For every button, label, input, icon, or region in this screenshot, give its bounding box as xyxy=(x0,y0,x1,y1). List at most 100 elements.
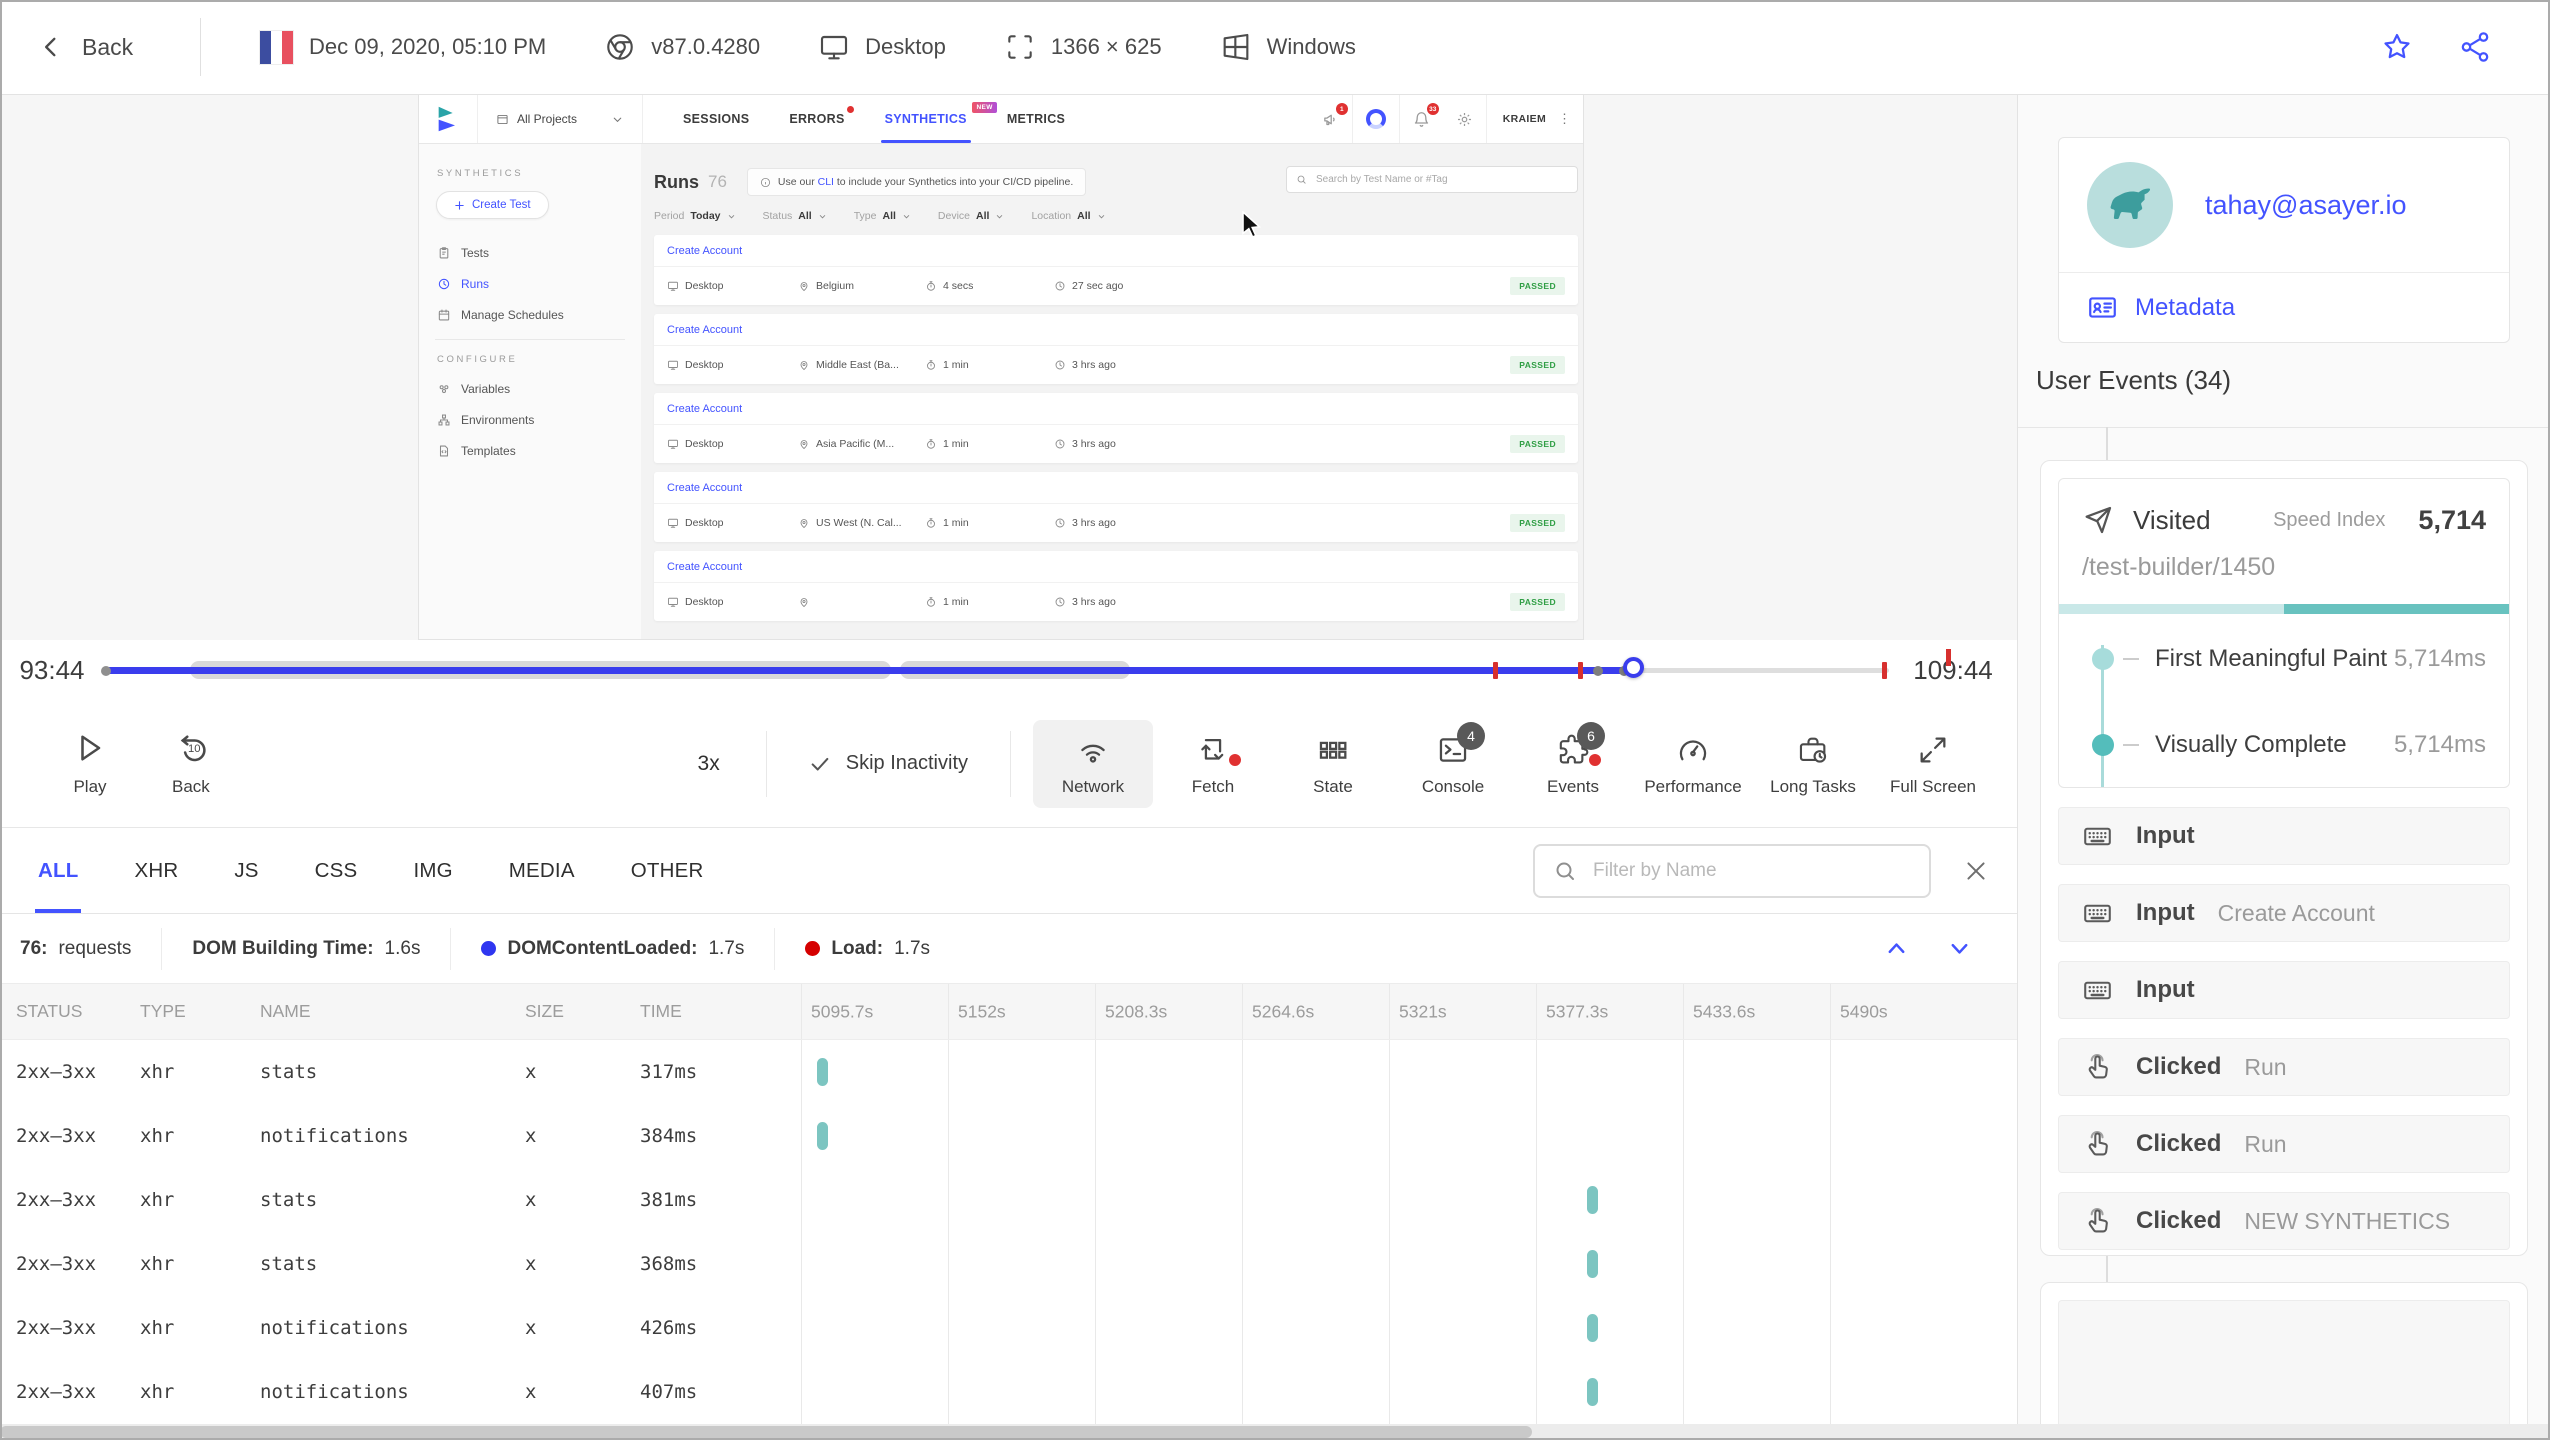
network-request-row[interactable]: 2xx–3xx xhr notifications x 426ms xyxy=(0,1296,2017,1360)
run-test-name-link[interactable]: Create Account xyxy=(654,235,1578,267)
waterfall-gridline xyxy=(801,1232,802,1296)
create-test-button[interactable]: Create Test xyxy=(436,191,549,219)
network-tab-all[interactable]: ALL xyxy=(34,828,82,913)
user-event-input[interactable]: Input Create Account xyxy=(2058,884,2510,942)
settings-button[interactable] xyxy=(1443,95,1486,143)
network-tab-css[interactable]: CSS xyxy=(315,828,358,913)
network-tab-other[interactable]: OTHER xyxy=(631,828,704,913)
run-test-name-link[interactable]: Create Account xyxy=(654,314,1578,346)
mini-sidebar-item-environments[interactable]: Environments xyxy=(437,413,639,427)
mini-sidebar-item-manage-schedules[interactable]: Manage Schedules xyxy=(437,308,639,322)
waterfall-gridline xyxy=(948,1104,949,1168)
user-email-link[interactable]: tahay@asayer.io xyxy=(2205,190,2407,221)
network-request-row[interactable]: 2xx–3xx xhr stats x 317ms xyxy=(0,1040,2017,1104)
run-test-name-link[interactable]: Create Account xyxy=(654,472,1578,504)
mini-sidebar-item-runs[interactable]: Runs xyxy=(437,277,639,291)
network-tab-img[interactable]: IMG xyxy=(413,828,452,913)
jump-next-button[interactable] xyxy=(1946,935,1973,962)
network-request-row[interactable]: 2xx–3xx xhr stats x 368ms xyxy=(0,1232,2017,1296)
filter-location[interactable]: Location All xyxy=(1031,210,1105,222)
run-card[interactable]: Create Account Desktop 1 min 3 hrs ago P… xyxy=(654,551,1578,621)
run-card[interactable]: Create Account Desktop Middle East (Ba..… xyxy=(654,314,1578,384)
dom-building-time: DOM Building Time: 1.6s xyxy=(161,927,450,970)
panel-button-network[interactable]: Network xyxy=(1033,719,1153,808)
requests-count: 76: requests xyxy=(20,937,132,959)
timeline-track[interactable] xyxy=(101,640,1889,700)
cli-link[interactable]: CLI xyxy=(818,176,834,188)
panel-button-fetch[interactable]: Fetch xyxy=(1153,720,1273,808)
panel-button-state[interactable]: State xyxy=(1273,720,1393,808)
notifications-button[interactable]: 33 xyxy=(1400,95,1443,143)
filter-period[interactable]: Period Today xyxy=(654,210,736,222)
user-event-input[interactable]: Input xyxy=(2058,961,2510,1019)
mini-sidebar-item-tests[interactable]: Tests xyxy=(437,246,639,260)
user-event-clicked[interactable]: Clicked Run xyxy=(2058,1115,2510,1173)
request-name: stats xyxy=(260,1189,318,1211)
metadata-button[interactable]: Metadata xyxy=(2059,273,2509,342)
playhead-handle[interactable] xyxy=(1622,657,1644,678)
network-tab-xhr[interactable]: XHR xyxy=(134,828,178,913)
test-search-input[interactable] xyxy=(1314,173,1568,186)
network-filter-box[interactable] xyxy=(1533,843,1931,898)
waterfall-gridline xyxy=(1830,1168,1831,1232)
run-card[interactable]: Create Account Desktop Belgium 4 secs 27… xyxy=(654,235,1578,305)
play-button[interactable]: Play xyxy=(72,730,108,797)
kebab-menu-icon[interactable]: ⋮ xyxy=(1556,111,1583,127)
network-tab-media[interactable]: MEDIA xyxy=(509,828,575,913)
run-test-name-link[interactable]: Create Account xyxy=(654,393,1578,425)
briefcase-clock-icon xyxy=(1796,733,1830,767)
mini-tab-sessions[interactable]: SESSIONS xyxy=(683,95,749,143)
waterfall-gridline xyxy=(1830,1104,1831,1168)
network-request-row[interactable]: 2xx–3xx xhr stats x 381ms xyxy=(0,1168,2017,1232)
session-info-sidebar: tahay@asayer.io Metadata User Events (34… xyxy=(2017,95,2550,1440)
network-tab-js[interactable]: JS xyxy=(234,828,258,913)
visited-event-card[interactable]: Visited Speed Index 5,714 /test-builder/… xyxy=(2058,478,2510,788)
waterfall-gridline xyxy=(1242,1040,1243,1104)
sidebar-section-configure: CONFIGURE xyxy=(437,354,518,365)
run-card[interactable]: Create Account Desktop Asia Pacific (M..… xyxy=(654,393,1578,463)
run-card[interactable]: Create Account Desktop US West (N. Cal..… xyxy=(654,472,1578,542)
user-menu[interactable]: KRAIEM xyxy=(1487,113,1556,125)
scrollbar-thumb[interactable] xyxy=(0,1426,1532,1438)
vc-dot-icon xyxy=(2092,734,2114,756)
panel-button-full-screen[interactable]: Full Screen xyxy=(1873,720,1993,808)
panel-button-long-tasks[interactable]: Long Tasks xyxy=(1753,720,1873,808)
panel-button-console[interactable]: 4 Console xyxy=(1393,720,1513,808)
network-filter-tabs: ALL XHR JS CSS IMG MEDIA OTHER xyxy=(0,828,2017,914)
project-selector[interactable]: All Projects xyxy=(477,95,644,143)
announcements-button[interactable]: 1 xyxy=(1309,95,1352,143)
mini-sidebar-item-templates[interactable]: Templates xyxy=(437,444,639,458)
waterfall-cell xyxy=(785,1232,2017,1296)
mini-tab-metrics[interactable]: METRICS xyxy=(1007,95,1065,143)
mini-sidebar-item-variables[interactable]: Variables xyxy=(437,382,639,396)
favorite-star-icon[interactable] xyxy=(2380,30,2414,64)
jump-previous-button[interactable] xyxy=(1883,935,1910,962)
waterfall-gridline xyxy=(801,1104,802,1168)
filter-type[interactable]: Type All xyxy=(854,210,911,222)
run-test-name-link[interactable]: Create Account xyxy=(654,551,1578,583)
speed-index-label: Speed Index xyxy=(2273,508,2386,531)
back-button[interactable]: Back xyxy=(0,33,200,61)
test-search-box[interactable] xyxy=(1286,166,1578,193)
chrome-icon xyxy=(607,34,634,60)
user-event-input[interactable]: Input xyxy=(2058,807,2510,865)
panel-button-events[interactable]: 6 Events xyxy=(1513,720,1633,808)
mini-tab-errors[interactable]: ERRORS xyxy=(789,95,854,143)
panel-button-performance[interactable]: Performance xyxy=(1633,720,1753,808)
back-10s-button[interactable]: 10 Back xyxy=(172,730,210,797)
network-request-row[interactable]: 2xx–3xx xhr notifications x 407ms xyxy=(0,1360,2017,1424)
filter-device[interactable]: Device All xyxy=(938,210,1005,222)
close-panel-button[interactable] xyxy=(1957,852,1995,890)
share-icon[interactable] xyxy=(2458,30,2492,64)
skip-inactivity-toggle[interactable]: Skip Inactivity xyxy=(767,752,1010,775)
gauge-icon xyxy=(1676,733,1710,767)
request-status: 2xx–3xx xyxy=(16,1253,97,1275)
horizontal-scrollbar[interactable] xyxy=(0,1424,2550,1440)
network-request-row[interactable]: 2xx–3xx xhr notifications x 384ms xyxy=(0,1104,2017,1168)
user-event-clicked[interactable]: Clicked Run xyxy=(2058,1038,2510,1096)
user-event-clicked[interactable]: Clicked NEW SYNTHETICS xyxy=(2058,1192,2510,1250)
filter-status[interactable]: Status All xyxy=(763,210,827,222)
network-filter-input[interactable] xyxy=(1591,858,1911,883)
mini-tab-synthetics[interactable]: SYNTHETICS NEW xyxy=(880,95,997,143)
playback-speed-button[interactable]: 3x xyxy=(652,752,766,776)
